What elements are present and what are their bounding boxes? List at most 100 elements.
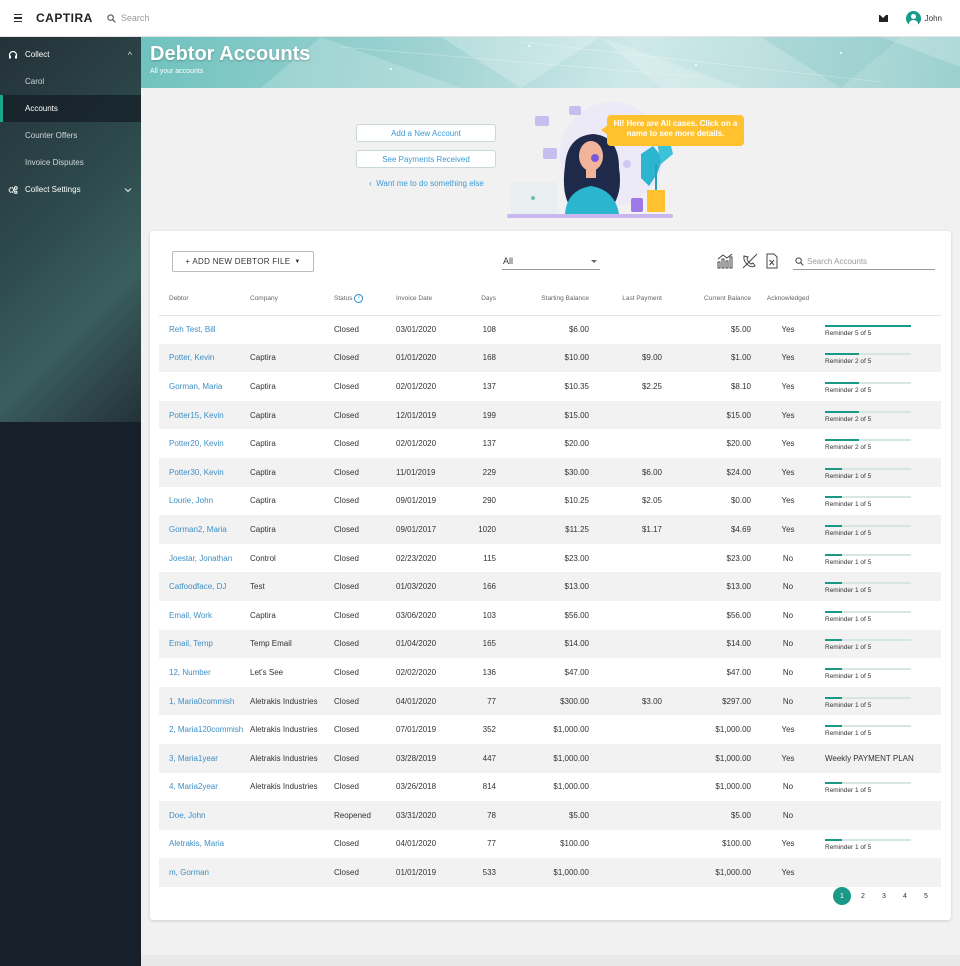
debtor-name-link[interactable]: m, Gorman bbox=[159, 858, 250, 887]
debtor-name-link[interactable]: Gorman, Maria bbox=[159, 372, 250, 401]
table-row[interactable]: Catfoodface, DJ Test Closed 01/03/2020 166 $1… bbox=[159, 572, 941, 601]
debtor-name-link[interactable]: Joestar, Jonathan bbox=[159, 544, 250, 573]
reminder-progress-bar bbox=[825, 782, 911, 785]
sidebar-item-accounts[interactable]: Accounts bbox=[0, 95, 141, 122]
debtor-name-link[interactable]: Potter20, Kevin bbox=[159, 429, 250, 458]
current-balance-cell: $5.00 bbox=[730, 325, 751, 335]
account-search-input[interactable] bbox=[807, 256, 927, 266]
menu-icon[interactable] bbox=[14, 13, 28, 23]
add-debtor-file-label: + ADD NEW DEBTOR FILE bbox=[185, 257, 291, 266]
status-cell: Closed bbox=[334, 782, 359, 792]
debtor-name-link[interactable]: Aletrakis, Maria bbox=[159, 830, 250, 859]
table-row[interactable]: Doe, John Reopened 03/31/2020 78 $5.00 $5.00 N… bbox=[159, 801, 941, 830]
table-row[interactable]: Potter, Kevin Captira Closed 01/01/2020 168 $… bbox=[159, 343, 941, 373]
debtor-name-link[interactable]: Potter30, Kevin bbox=[159, 457, 250, 487]
reminder-progress-fill bbox=[825, 667, 843, 670]
excel-export-icon[interactable] bbox=[763, 253, 781, 269]
debtor-name-link[interactable]: Potter, Kevin bbox=[159, 343, 250, 373]
debtor-name-link[interactable]: Reh Test, Bill bbox=[159, 315, 250, 344]
debtor-name-link[interactable]: Catfoodface, DJ bbox=[159, 572, 250, 601]
sidebar-item-counter-offers[interactable]: Counter Offers bbox=[0, 122, 141, 149]
table-row[interactable]: Reh Test, Bill Closed 03/01/2020 108 $6.00 $5… bbox=[159, 315, 941, 344]
account-search[interactable] bbox=[793, 253, 935, 270]
sidebar-item-carol[interactable]: Carol bbox=[0, 68, 141, 95]
info-icon[interactable]: i bbox=[354, 294, 364, 304]
table-row[interactable]: Potter15, Kevin Captira Closed 12/01/2019 19… bbox=[159, 400, 941, 430]
page-button-5[interactable]: 5 bbox=[917, 887, 935, 905]
global-search[interactable]: Search bbox=[107, 13, 149, 23]
reminder-progress: Reminder 1 of 5 bbox=[825, 696, 911, 709]
report-chart-icon[interactable] bbox=[716, 253, 734, 269]
table-row[interactable]: 12, Number Let's See Closed 02/02/2020 136 $4… bbox=[159, 658, 941, 687]
debtor-name-link[interactable]: 1, Maria0commish bbox=[159, 686, 250, 716]
sidebar-item-collect[interactable]: Collect ^ bbox=[0, 41, 141, 68]
page-button-4[interactable]: 4 bbox=[896, 887, 914, 905]
debtor-name-link[interactable]: 4, Maria2year bbox=[159, 773, 250, 802]
table-row[interactable]: Lourie, John Captira Closed 09/01/2019 290 $1… bbox=[159, 487, 941, 516]
table-row[interactable]: m, Gorman Closed 01/01/2019 533 $1,000.00 $1,… bbox=[159, 858, 941, 887]
see-payments-button[interactable]: See Payments Received bbox=[356, 150, 496, 168]
column-header-debtor[interactable]: Debtor bbox=[159, 283, 250, 316]
page-button-2[interactable]: 2 bbox=[854, 887, 872, 905]
sidebar-item-invoice-disputes[interactable]: Invoice Disputes bbox=[0, 149, 141, 176]
reminder-cell: Reminder 1 of 5 bbox=[825, 686, 941, 716]
table-row[interactable]: Potter20, Kevin Captira Closed 02/01/2020 13… bbox=[159, 429, 941, 458]
company-cell: Captira bbox=[250, 496, 276, 506]
table-row[interactable]: Gorman, Maria Captira Closed 02/01/2020 137 $… bbox=[159, 372, 941, 401]
table-row[interactable]: 3, Maria1year Aletrakis Industries Closed 0… bbox=[159, 743, 941, 773]
company-cell: Let's See bbox=[250, 667, 284, 677]
brand-logo[interactable]: CAPTIRA bbox=[36, 11, 93, 25]
page-button-3[interactable]: 3 bbox=[875, 887, 893, 905]
table-row[interactable]: 4, Maria2year Aletrakis Industries Closed 0… bbox=[159, 773, 941, 802]
reminder-progress-bar bbox=[825, 667, 911, 670]
table-row[interactable]: Email, Work Captira Closed 03/06/2020 103 $56… bbox=[159, 601, 941, 630]
debtor-name-link[interactable]: Email, Temp bbox=[159, 629, 250, 659]
column-header-company[interactable]: Company bbox=[250, 283, 334, 316]
invoice-date-cell: 01/04/2020 bbox=[396, 629, 466, 659]
add-debtor-file-button[interactable]: + ADD NEW DEBTOR FILE ▼ bbox=[172, 251, 314, 272]
table-row[interactable]: 1, Maria0commish Aletrakis Industries Clos… bbox=[159, 686, 941, 716]
something-else-link[interactable]: ‹ Want me to do something else bbox=[369, 179, 484, 188]
last-payment-cell: $6.00 bbox=[589, 457, 662, 487]
no-call-icon[interactable] bbox=[741, 253, 759, 269]
table-row[interactable]: Joestar, Jonathan Control Closed 02/23/2020… bbox=[159, 544, 941, 573]
debtor-name-link[interactable]: 2, Maria120commish bbox=[159, 715, 250, 744]
table-row[interactable]: Aletrakis, Maria Closed 04/01/2020 77 $100.0… bbox=[159, 830, 941, 859]
debtor-name-link[interactable]: Email, Work bbox=[159, 601, 250, 630]
starting-balance-cell: $1,000.00 bbox=[496, 858, 589, 887]
avatar[interactable] bbox=[905, 10, 921, 26]
column-header-status[interactable]: Status i bbox=[334, 283, 396, 316]
debtor-name-link[interactable]: Potter15, Kevin bbox=[159, 400, 250, 430]
table-row[interactable]: Gorman2, Maria Captira Closed 09/01/2017 102… bbox=[159, 515, 941, 544]
reminder-label: Reminder 2 of 5 bbox=[825, 415, 872, 423]
debtor-name-link[interactable]: 3, Maria1year bbox=[159, 743, 250, 773]
column-header-days[interactable]: Days bbox=[466, 283, 496, 316]
current-balance-cell: $1.00 bbox=[662, 343, 751, 373]
table-row[interactable]: 2, Maria120commish Aletrakis Industries Cl… bbox=[159, 715, 941, 744]
page-button-1[interactable]: 1 bbox=[833, 887, 851, 905]
debtor-name-link[interactable]: Lourie, John bbox=[159, 487, 250, 516]
reminder-progress: Reminder 1 of 5 bbox=[825, 725, 911, 737]
sidebar-item-collect-settings[interactable]: Collect Settings bbox=[0, 176, 141, 203]
user-name[interactable]: John bbox=[925, 14, 942, 23]
starting-balance-cell: $10.25 bbox=[564, 496, 589, 506]
table-row[interactable]: Email, Temp Temp Email Closed 01/04/2020 165… bbox=[159, 629, 941, 659]
last-payment-cell: $1.17 bbox=[589, 515, 662, 544]
reminder-progress: Reminder 1 of 5 bbox=[825, 782, 911, 794]
dropdown-arrow-icon bbox=[591, 259, 597, 263]
debtor-name-link[interactable]: Gorman2, Maria bbox=[159, 515, 250, 544]
column-header-last-payment[interactable]: Last Payment bbox=[589, 283, 662, 316]
mail-icon[interactable] bbox=[878, 14, 888, 22]
status-filter-value: All bbox=[503, 256, 514, 266]
gears-icon bbox=[8, 185, 18, 195]
debtor-name-link[interactable]: 12, Number bbox=[159, 658, 250, 687]
starting-balance-cell: $11.25 bbox=[496, 515, 589, 544]
table-row[interactable]: Potter30, Kevin Captira Closed 11/01/2019 22… bbox=[159, 457, 941, 487]
column-header-invoice-date[interactable]: Invoice Date bbox=[396, 283, 466, 316]
column-header-acknowledged[interactable]: Acknowledged bbox=[751, 283, 825, 316]
column-header-current-balance[interactable]: Current Balance bbox=[662, 283, 751, 316]
column-header-starting-balance[interactable]: Starting Balance bbox=[496, 283, 589, 316]
add-account-button[interactable]: Add a New Account bbox=[356, 124, 496, 142]
status-filter-select[interactable]: All bbox=[502, 253, 600, 270]
debtor-name-link[interactable]: Doe, John bbox=[159, 801, 250, 830]
